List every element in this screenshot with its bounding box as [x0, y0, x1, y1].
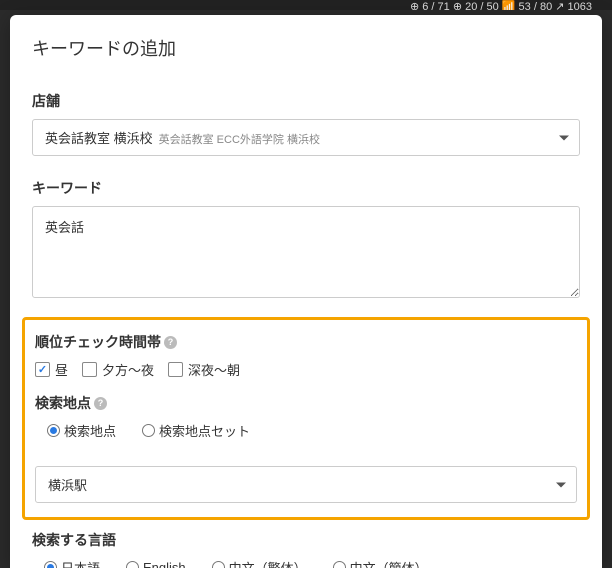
radio-label: English — [143, 560, 186, 568]
radio-label: 日本語 — [61, 558, 100, 568]
radio-label: 中文（簡体） — [350, 558, 428, 568]
checkbox-icon — [82, 362, 97, 377]
searchlang-option-zh-tw[interactable]: 中文（繁体） — [212, 558, 307, 568]
modal-title: キーワードの追加 — [32, 35, 580, 61]
checktime-label-text: 順位チェック時間帯 — [35, 332, 161, 352]
checktime-option-label: 深夜〜朝 — [188, 360, 240, 379]
checktime-option-label: 夕方〜夜 — [102, 360, 154, 379]
checktime-option-noon[interactable]: 昼 — [35, 360, 68, 379]
searchpoint-selected: 横浜駅 — [48, 475, 87, 494]
store-label: 店舗 — [32, 91, 580, 111]
radio-icon — [44, 561, 57, 568]
searchlang-radio-row: 日本語 English 中文（繁体） 中文（簡体） — [44, 558, 580, 568]
searchlang-option-en[interactable]: English — [126, 560, 186, 568]
checktime-label: 順位チェック時間帯 ? — [35, 332, 577, 352]
searchpoint-label-text: 検索地点 — [35, 393, 91, 413]
help-icon[interactable]: ? — [94, 397, 107, 410]
highlight-box: 順位チェック時間帯 ? 昼 夕方〜夜 深夜〜朝 検索地点 ? — [22, 317, 590, 520]
checktime-option-label: 昼 — [55, 360, 68, 379]
checkbox-icon — [168, 362, 183, 377]
store-selected-primary: 英会話教室 横浜校 — [45, 128, 153, 147]
radio-label: 中文（繁体） — [229, 558, 307, 568]
checktime-row: 昼 夕方〜夜 深夜〜朝 — [35, 360, 577, 379]
radio-icon — [333, 561, 346, 568]
caret-down-icon — [559, 135, 569, 140]
caret-down-icon — [556, 482, 566, 487]
searchpoint-option-set[interactable]: 検索地点セット — [142, 421, 250, 440]
radio-label: 検索地点 — [64, 421, 116, 440]
searchlang-label: 検索する言語 — [32, 530, 580, 550]
searchpoint-option-single[interactable]: 検索地点 — [47, 421, 116, 440]
checktime-option-latenight[interactable]: 深夜〜朝 — [168, 360, 240, 379]
searchpoint-select[interactable]: 横浜駅 — [35, 466, 577, 503]
radio-icon — [47, 424, 60, 437]
checktime-option-evening[interactable]: 夕方〜夜 — [82, 360, 154, 379]
radio-icon — [142, 424, 155, 437]
searchlang-option-zh-cn[interactable]: 中文（簡体） — [333, 558, 428, 568]
radio-label: 検索地点セット — [159, 421, 250, 440]
keyword-textarea[interactable] — [32, 206, 580, 298]
top-stats-text: ⊕ 6 / 71 ⊕ 20 / 50 📶 53 / 80 ↗ 1063 — [410, 1, 592, 10]
radio-icon — [212, 561, 225, 568]
add-keyword-modal: キーワードの追加 店舗 英会話教室 横浜校 英会話教室 ECC外語学院 横浜校 … — [10, 15, 602, 568]
keyword-label: キーワード — [32, 178, 580, 198]
store-selected-secondary: 英会話教室 ECC外語学院 横浜校 — [159, 131, 320, 147]
store-select[interactable]: 英会話教室 横浜校 英会話教室 ECC外語学院 横浜校 — [32, 119, 580, 156]
help-icon[interactable]: ? — [164, 336, 177, 349]
searchpoint-radio-row: 検索地点 検索地点セット — [47, 421, 577, 440]
searchlang-option-ja[interactable]: 日本語 — [44, 558, 100, 568]
checkbox-icon — [35, 362, 50, 377]
top-stats-bar: ⊕ 6 / 71 ⊕ 20 / 50 📶 53 / 80 ↗ 1063 — [0, 0, 612, 10]
radio-icon — [126, 561, 139, 568]
searchpoint-label: 検索地点 ? — [35, 393, 577, 413]
